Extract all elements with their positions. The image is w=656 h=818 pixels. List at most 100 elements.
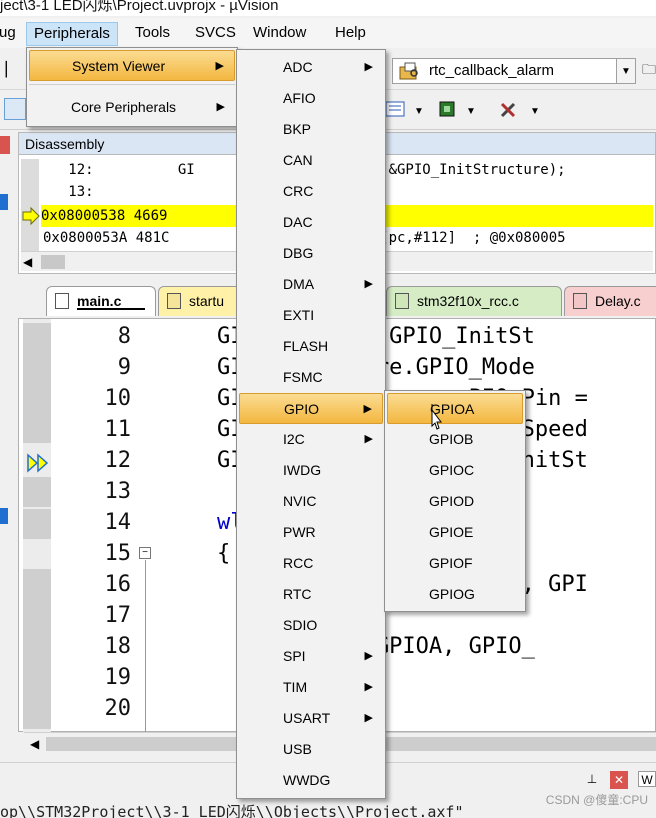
breakpoint-gutter[interactable]	[23, 319, 51, 733]
menu-item-crc[interactable]: CRC	[239, 176, 383, 207]
menu-item-pwr[interactable]: PWR	[239, 517, 383, 548]
panel-marker-icon	[0, 194, 8, 210]
menu-window[interactable]: Window	[246, 22, 313, 46]
menu-peripherals[interactable]: Peripherals	[26, 22, 118, 46]
scroll-left-icon[interactable]: ◀	[30, 733, 39, 755]
menu-item-exti[interactable]: EXTI	[239, 300, 383, 331]
fold-toggle-icon[interactable]: −	[139, 547, 151, 559]
line-number: 18	[104, 634, 132, 659]
menu-item-label: GPIOC	[429, 462, 475, 478]
menu-item-flash[interactable]: FLASH	[239, 331, 383, 362]
chip-icon[interactable]	[436, 98, 458, 120]
menu-item-gpiof[interactable]: GPIOF	[387, 548, 523, 579]
pin-icon[interactable]: ⊥	[584, 771, 600, 787]
mouse-pointer-icon	[431, 404, 442, 430]
menu-item-spi[interactable]: SPI ▶	[239, 641, 383, 672]
menu-item-gpioc[interactable]: GPIOC	[387, 455, 523, 486]
menu-item-afio[interactable]: AFIO	[239, 83, 383, 114]
menu-item-label: I2C	[283, 431, 305, 447]
menu-item-usart[interactable]: USART ▶	[239, 703, 383, 734]
menu-item-label: SDIO	[283, 617, 318, 633]
tools-icon[interactable]	[498, 98, 520, 120]
menu-item-gpiod[interactable]: GPIOD	[387, 486, 523, 517]
close-icon[interactable]: ✕	[610, 771, 628, 789]
file-icon	[55, 293, 69, 309]
menu-item-gpiob[interactable]: GPIOB	[387, 424, 523, 455]
line-number: 19	[104, 665, 132, 690]
chevron-down-icon[interactable]: ▼	[408, 100, 430, 122]
menu-item-gpioe[interactable]: GPIOE	[387, 517, 523, 548]
tab-delay-c[interactable]: Delay.c	[564, 286, 656, 316]
menu-item-rtc[interactable]: RTC	[239, 579, 383, 610]
window-title-bar: ject\3-1 LED闪烁\Project.uvprojx - µVision	[0, 0, 656, 16]
tab-stm32f10x-rcc[interactable]: stm32f10x_rcc.c	[386, 286, 562, 316]
menu-item-system-viewer[interactable]: System Viewer ▶	[29, 50, 235, 81]
menu-item-sdio[interactable]: SDIO	[239, 610, 383, 641]
submenu-arrow-icon: ▶	[364, 712, 373, 724]
menu-item-wwdg[interactable]: WWDG	[239, 765, 383, 796]
menu-debug[interactable]: ug	[0, 22, 23, 46]
debug-window-icon[interactable]	[4, 98, 26, 120]
scroll-left-icon[interactable]: ◀	[23, 252, 32, 272]
line-number: 9	[117, 355, 131, 380]
submenu-arrow-icon: ▶	[364, 681, 373, 693]
tab-startup[interactable]: startu	[158, 286, 248, 316]
scroll-thumb[interactable]	[41, 255, 65, 269]
menu-item-label: GPIOG	[429, 586, 475, 602]
menu-item-iwdg[interactable]: IWDG	[239, 455, 383, 486]
panel-marker-icon	[0, 508, 8, 524]
menu-item-label: Core Peripherals	[71, 99, 177, 115]
menu-item-dbg[interactable]: DBG	[239, 238, 383, 269]
menu-item-gpio[interactable]: GPIO ▶	[239, 393, 383, 424]
menu-item-fsmc[interactable]: FSMC	[239, 362, 383, 393]
menu-item-gpiog[interactable]: GPIOG	[387, 579, 523, 610]
submenu-arrow-icon: ▶	[364, 61, 373, 73]
gutter-code-marker	[23, 477, 51, 507]
menu-item-label: SPI	[283, 648, 306, 664]
line-number: 16	[104, 572, 132, 597]
menu-item-bkp[interactable]: BKP	[239, 114, 383, 145]
left-panel-edge	[0, 132, 18, 762]
menu-item-label: AFIO	[283, 90, 316, 106]
current-line-arrow-icon	[27, 453, 49, 473]
menu-item-core-peripherals[interactable]: Core Peripherals ▶	[29, 92, 235, 123]
menu-item-rcc[interactable]: RCC	[239, 548, 383, 579]
tab-main-c[interactable]: main.c	[46, 286, 156, 316]
window-tab-icon[interactable]: W	[638, 771, 656, 787]
disassembly-title: Disassembly	[25, 136, 105, 152]
menu-item-tim[interactable]: TIM ▶	[239, 672, 383, 703]
chevron-down-icon[interactable]: ▼	[616, 58, 636, 84]
menu-item-label: NVIC	[283, 493, 317, 509]
menu-item-gpioa[interactable]: GPIOA	[387, 393, 523, 424]
memory-window-icon[interactable]	[384, 98, 406, 120]
menu-separator	[29, 84, 235, 85]
menu-item-i2c[interactable]: I2C ▶	[239, 424, 383, 455]
function-combo[interactable]: rtc_callback_alarm ▼	[392, 58, 636, 84]
menu-item-label: USB	[283, 741, 312, 757]
toolbar-options-icon[interactable]: 🗀	[638, 60, 656, 82]
chevron-down-icon[interactable]: ▼	[460, 100, 482, 122]
menu-svcs[interactable]: SVCS	[188, 22, 243, 46]
menu-item-label: CAN	[283, 152, 313, 168]
menu-item-dma[interactable]: DMA ▶	[239, 269, 383, 300]
menu-item-label: RTC	[283, 586, 312, 602]
menu-item-nvic[interactable]: NVIC	[239, 486, 383, 517]
menu-tools[interactable]: Tools	[128, 22, 177, 46]
line-number: 13	[104, 479, 132, 504]
menu-item-usb[interactable]: USB	[239, 734, 383, 765]
function-combo-value: rtc_callback_alarm	[429, 62, 555, 79]
menu-item-label: DMA	[283, 276, 315, 292]
menu-item-label: TIM	[283, 679, 308, 695]
menu-help[interactable]: Help	[328, 22, 373, 46]
menu-item-label: System Viewer	[72, 58, 166, 74]
chevron-down-icon[interactable]: ▼	[524, 100, 546, 122]
menu-item-can[interactable]: CAN	[239, 145, 383, 176]
tab-label: main.c	[77, 293, 122, 309]
file-icon	[167, 293, 181, 309]
toolbar-edge-icon[interactable]: ▏	[0, 58, 22, 80]
menu-item-label: DAC	[283, 214, 313, 230]
line-number: 14	[104, 510, 132, 535]
menu-item-dac[interactable]: DAC	[239, 207, 383, 238]
menu-item-adc[interactable]: ADC ▶	[239, 52, 383, 83]
close-icon[interactable]	[0, 136, 10, 154]
